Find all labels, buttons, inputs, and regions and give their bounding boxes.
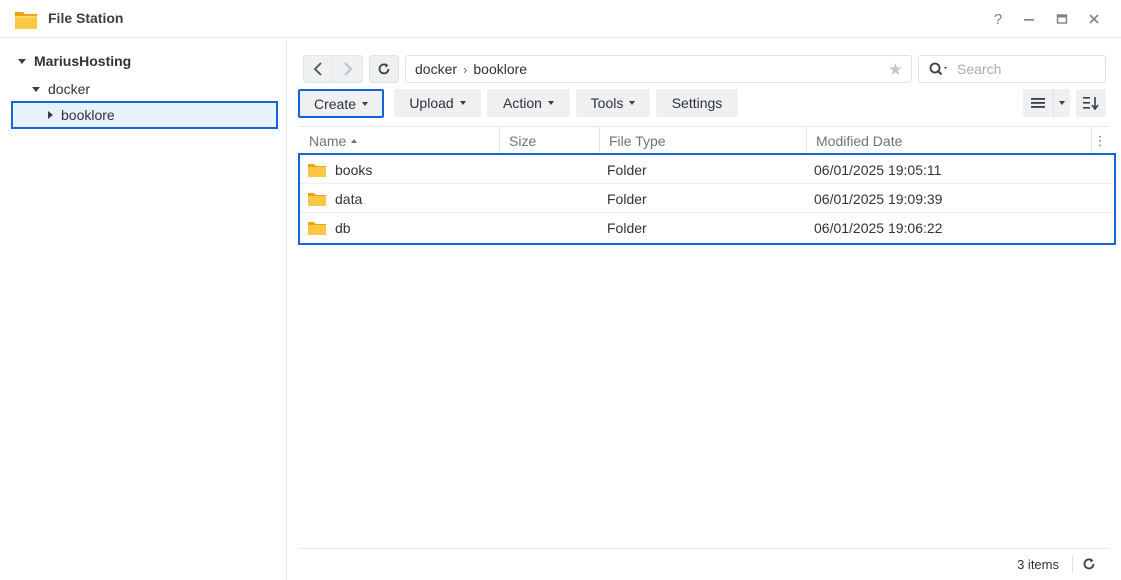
- search-icon[interactable]: [929, 62, 951, 76]
- caret-down-icon: [547, 101, 554, 105]
- sort-button[interactable]: [1076, 89, 1106, 117]
- path-bar[interactable]: docker › booklore ★: [405, 55, 912, 83]
- create-button-label: Create: [313, 95, 357, 112]
- path-separator-icon: ›: [463, 61, 468, 77]
- search-input[interactable]: [957, 61, 1087, 77]
- table-row[interactable]: db Folder 06/01/2025 19:06:22: [300, 213, 1114, 242]
- table-row[interactable]: data Folder 06/01/2025 19:09:39: [300, 184, 1114, 213]
- caret-down-icon: [629, 101, 636, 105]
- column-header-file-type[interactable]: File Type: [600, 127, 807, 154]
- search-box: [918, 55, 1106, 83]
- tree-root-mariushosting[interactable]: MariusHosting: [18, 48, 131, 74]
- column-header-size[interactable]: Size: [500, 127, 600, 154]
- column-name-label: Name: [309, 132, 347, 149]
- action-button[interactable]: Action: [487, 89, 570, 117]
- column-modified-label: Modified Date: [816, 132, 903, 149]
- path-segment-docker[interactable]: docker: [415, 61, 457, 77]
- status-refresh-button[interactable]: [1080, 555, 1098, 573]
- caret-down-icon: [1059, 101, 1065, 105]
- file-list: books Folder 06/01/2025 19:05:11 data Fo…: [298, 153, 1116, 245]
- tools-button[interactable]: Tools: [576, 89, 650, 117]
- status-divider: [1072, 556, 1073, 573]
- tree-root-label: MariusHosting: [34, 53, 132, 69]
- close-icon[interactable]: [1084, 9, 1104, 29]
- file-name: db: [335, 219, 351, 236]
- status-bar: 3 items: [300, 548, 1108, 578]
- file-name: data: [335, 190, 363, 207]
- tree-item-booklore[interactable]: booklore: [11, 101, 278, 129]
- chevron-left-icon: [313, 62, 322, 76]
- action-button-label: Action: [503, 95, 542, 111]
- collapse-arrow-icon[interactable]: [48, 111, 53, 119]
- forward-button[interactable]: [333, 55, 363, 83]
- table-header: Name Size File Type Modified Date ⋮: [300, 126, 1108, 154]
- refresh-button[interactable]: [369, 55, 399, 83]
- upload-button-label: Upload: [409, 95, 454, 111]
- file-modified: 06/01/2025 19:05:11: [814, 161, 942, 178]
- folder-icon: [308, 163, 326, 177]
- list-view-icon: [1031, 98, 1045, 108]
- sort-ascending-icon: [351, 138, 358, 143]
- chevron-right-icon: [343, 62, 352, 76]
- expand-arrow-icon[interactable]: [32, 86, 40, 92]
- view-mode-dropdown[interactable]: [1053, 89, 1070, 117]
- upload-button[interactable]: Upload: [394, 89, 481, 117]
- file-type: Folder: [607, 219, 647, 236]
- window-title: File Station: [48, 10, 124, 26]
- settings-button[interactable]: Settings: [656, 89, 738, 117]
- path-segment-booklore[interactable]: booklore: [473, 61, 527, 77]
- folder-tree: MariusHosting docker booklore: [0, 39, 287, 580]
- column-header-modified-date[interactable]: Modified Date: [807, 127, 1092, 154]
- file-modified: 06/01/2025 19:09:39: [814, 190, 943, 207]
- history-nav: [303, 55, 363, 83]
- sort-icon: [1083, 97, 1099, 110]
- tree-item-label: booklore: [61, 107, 115, 123]
- settings-button-label: Settings: [671, 95, 723, 111]
- tree-item-label: docker: [48, 81, 91, 97]
- back-button[interactable]: [303, 55, 333, 83]
- refresh-group: [369, 55, 399, 83]
- folder-icon: [308, 221, 326, 235]
- column-size-label: Size: [509, 132, 537, 149]
- file-type: Folder: [607, 161, 647, 178]
- file-modified: 06/01/2025 19:06:22: [814, 219, 943, 236]
- file-station-app-icon: [15, 12, 37, 29]
- caret-down-icon: [362, 101, 369, 106]
- file-name: books: [335, 161, 373, 178]
- item-count: 3 items: [1017, 557, 1059, 572]
- create-button[interactable]: Create: [298, 89, 384, 118]
- folder-icon: [308, 192, 326, 206]
- column-type-label: File Type: [609, 132, 666, 149]
- column-header-name[interactable]: Name: [300, 127, 500, 154]
- help-icon[interactable]: ?: [988, 9, 1008, 29]
- maximize-icon[interactable]: [1052, 9, 1072, 29]
- view-mode-button[interactable]: [1023, 89, 1053, 117]
- refresh-icon: [1083, 558, 1095, 570]
- title-bar: File Station ?: [0, 0, 1121, 38]
- caret-down-icon: [459, 101, 466, 105]
- column-menu-icon[interactable]: ⋮: [1092, 127, 1108, 154]
- tools-button-label: Tools: [590, 95, 624, 111]
- tree-item-docker[interactable]: docker: [32, 76, 90, 102]
- table-row[interactable]: books Folder 06/01/2025 19:05:11: [300, 155, 1114, 184]
- star-icon[interactable]: ★: [888, 60, 903, 80]
- expand-arrow-icon[interactable]: [18, 58, 26, 64]
- minimize-icon[interactable]: [1019, 9, 1039, 29]
- refresh-icon: [378, 63, 390, 75]
- file-type: Folder: [607, 190, 647, 207]
